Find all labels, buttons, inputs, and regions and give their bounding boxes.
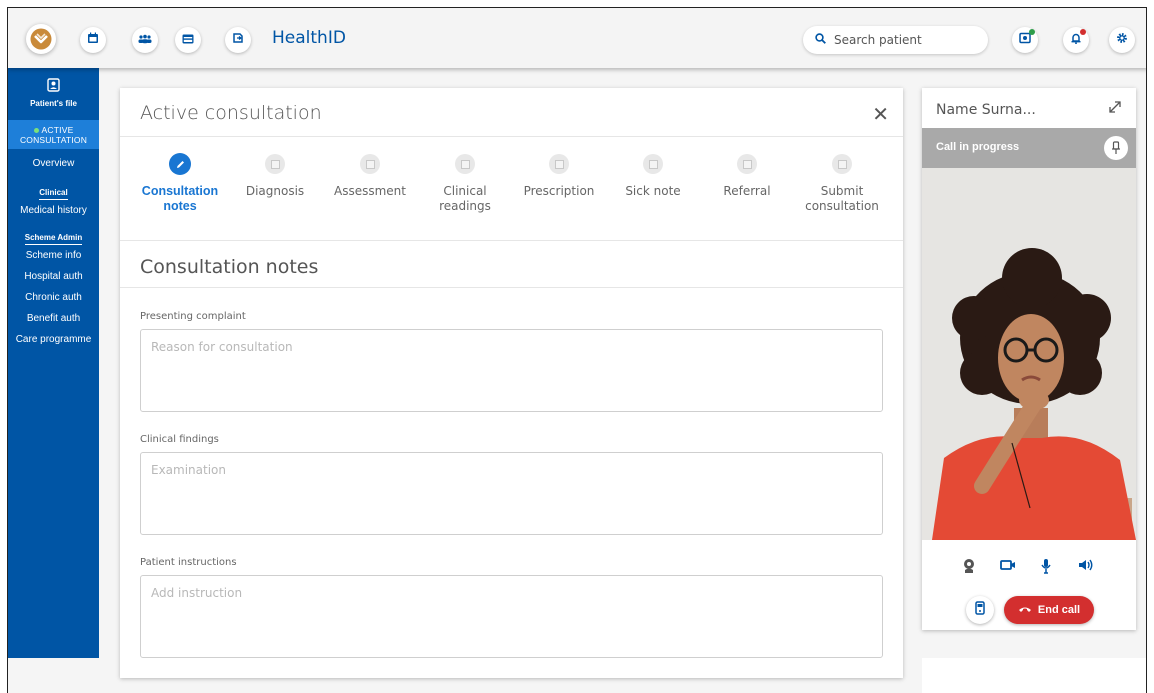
step-label-line1: Clinical bbox=[443, 184, 487, 198]
call-controls: End call bbox=[922, 548, 1136, 628]
sidebar-item-medical-history[interactable]: Medical history bbox=[8, 200, 99, 221]
active-line2: CONSULTATION bbox=[19, 135, 88, 145]
patients-file-label: Patient's file bbox=[30, 99, 77, 108]
video-feed-image bbox=[922, 168, 1136, 540]
divider bbox=[120, 136, 903, 137]
calendar-button[interactable] bbox=[80, 27, 106, 53]
phone-device-icon bbox=[975, 600, 985, 620]
sidebar-item-hospital-auth[interactable]: Hospital auth bbox=[8, 266, 99, 287]
settings-button[interactable] bbox=[1109, 27, 1135, 53]
step-label-line1: Prescription bbox=[523, 184, 595, 198]
microphone-icon[interactable] bbox=[1040, 558, 1052, 579]
step-placeholder-icon bbox=[549, 154, 569, 174]
sidebar-item-benefit-auth[interactable]: Benefit auth bbox=[8, 308, 99, 329]
divider bbox=[120, 240, 903, 241]
step-assessment[interactable]: Assessment bbox=[325, 154, 415, 199]
step-label-line2: notes bbox=[163, 199, 197, 213]
calendar-icon bbox=[87, 31, 99, 49]
divider bbox=[120, 287, 903, 288]
presenting-complaint-label: Presenting complaint bbox=[140, 311, 246, 322]
step-placeholder-icon bbox=[265, 154, 285, 174]
call-status-bar: Call in progress bbox=[922, 128, 1136, 168]
credit-card-icon bbox=[182, 31, 194, 49]
patient-profile-icon[interactable] bbox=[962, 558, 976, 579]
step-prescription[interactable]: Prescription bbox=[514, 154, 604, 199]
patient-instructions-label: Patient instructions bbox=[140, 557, 237, 568]
video-call-panel: Name Surna... Call in progress End call bbox=[922, 88, 1136, 630]
patient-file-icon bbox=[47, 78, 60, 95]
clinical-heading: Clinical bbox=[39, 188, 68, 200]
notification-dot bbox=[1080, 29, 1086, 35]
step-clinical-readings[interactable]: Clinical readings bbox=[420, 154, 510, 214]
gear-icon bbox=[1116, 31, 1128, 49]
end-call-button[interactable]: End call bbox=[1004, 596, 1094, 624]
presenting-complaint-field[interactable] bbox=[140, 329, 883, 412]
sidebar-item-scheme-info[interactable]: Scheme info bbox=[8, 245, 99, 266]
end-call-label: End call bbox=[1037, 604, 1081, 616]
patient-instructions-field[interactable] bbox=[140, 575, 883, 658]
camera-status-button[interactable] bbox=[1012, 27, 1038, 53]
top-bar: HealthID bbox=[8, 8, 1146, 68]
step-consultation-notes[interactable]: Consultation notes bbox=[135, 153, 225, 214]
card-title: Active consultation bbox=[140, 102, 322, 124]
panel-gap bbox=[922, 658, 1146, 693]
brand-logo[interactable] bbox=[26, 24, 56, 54]
search-box[interactable] bbox=[803, 26, 988, 54]
step-sick-note[interactable]: Sick note bbox=[608, 154, 698, 199]
clinical-findings-field[interactable] bbox=[140, 452, 883, 535]
caller-name: Name Surna... bbox=[936, 102, 1036, 118]
app-frame: HealthID Search patient Patient's file A… bbox=[7, 7, 1147, 693]
step-label-line1: Consultation bbox=[141, 184, 219, 198]
consultation-stepper: Consultation notes Diagnosis Assessment C… bbox=[120, 138, 903, 238]
step-placeholder-icon bbox=[832, 154, 852, 174]
transfer-icon bbox=[232, 31, 244, 49]
patient-sidebar: Patient's file ACTIVE CONSULTATION Overv… bbox=[8, 68, 99, 658]
sidebar-item-overview[interactable]: Overview bbox=[8, 153, 99, 174]
step-label-line1: Diagnosis bbox=[245, 184, 305, 198]
notifications-button[interactable] bbox=[1063, 27, 1089, 53]
video-camera-icon[interactable] bbox=[1000, 558, 1016, 576]
scheme-admin-heading: Scheme Admin bbox=[24, 233, 83, 245]
patients-file-link[interactable]: Patient's file bbox=[8, 68, 99, 120]
speaker-icon[interactable] bbox=[1078, 558, 1094, 577]
expand-icon[interactable] bbox=[1106, 98, 1124, 121]
group-icon bbox=[138, 31, 152, 49]
transfer-button[interactable] bbox=[225, 27, 251, 53]
section-title: Consultation notes bbox=[140, 256, 319, 278]
step-placeholder-icon bbox=[643, 154, 663, 174]
hang-up-icon bbox=[1018, 604, 1032, 616]
step-label-line2: readings bbox=[439, 199, 491, 213]
pin-icon[interactable] bbox=[1104, 136, 1128, 160]
step-placeholder-icon bbox=[455, 154, 475, 174]
step-label-line1: Assessment bbox=[334, 184, 406, 198]
clinical-findings-label: Clinical findings bbox=[140, 434, 219, 445]
sidebar-item-care-programme[interactable]: Care programme bbox=[8, 329, 99, 350]
pencil-icon bbox=[169, 153, 191, 175]
patients-button[interactable] bbox=[132, 27, 158, 53]
step-referral[interactable]: Referral bbox=[702, 154, 792, 199]
step-label-line1: Submit bbox=[820, 184, 864, 198]
close-icon[interactable]: ✕ bbox=[872, 102, 889, 126]
active-line1: ACTIVE bbox=[41, 125, 74, 135]
sidebar-item-chronic-auth[interactable]: Chronic auth bbox=[8, 287, 99, 308]
step-diagnosis[interactable]: Diagnosis bbox=[230, 154, 320, 199]
step-submit-consultation[interactable]: Submit consultation bbox=[797, 154, 887, 214]
search-icon bbox=[815, 31, 826, 49]
step-placeholder-icon bbox=[360, 154, 380, 174]
active-consultation-link[interactable]: ACTIVE CONSULTATION bbox=[8, 120, 99, 149]
step-label-line1: Sick note bbox=[625, 184, 681, 198]
search-input[interactable] bbox=[834, 33, 964, 47]
consultation-card: Active consultation ✕ Consultation notes … bbox=[120, 88, 903, 678]
dialpad-button[interactable] bbox=[966, 596, 994, 624]
online-status-dot bbox=[1029, 29, 1035, 35]
step-label-line2: consultation bbox=[805, 199, 879, 213]
video-feed bbox=[922, 168, 1136, 540]
step-label-line1: Referral bbox=[723, 184, 771, 198]
step-placeholder-icon bbox=[737, 154, 757, 174]
call-status-text: Call in progress bbox=[936, 141, 1020, 153]
app-title: HealthID bbox=[272, 28, 346, 48]
active-status-dot bbox=[33, 128, 39, 134]
card-button[interactable] bbox=[175, 27, 201, 53]
